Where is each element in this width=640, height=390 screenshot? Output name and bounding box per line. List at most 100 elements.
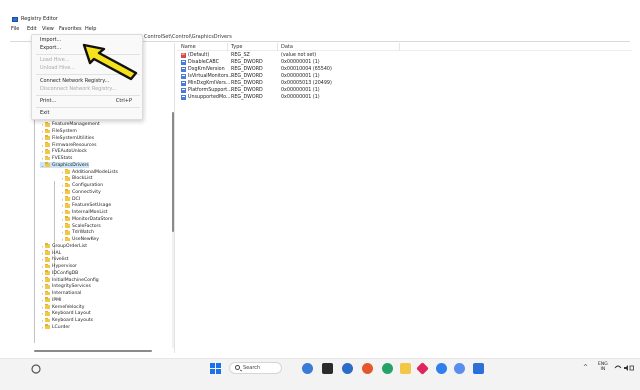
tree-item[interactable]: › Hypervisor bbox=[40, 263, 77, 270]
tree-item[interactable]: › TdrWatch bbox=[60, 230, 94, 236]
chrome-profile-icon[interactable] bbox=[382, 363, 393, 374]
column-divider[interactable] bbox=[277, 43, 278, 51]
folder-icon bbox=[45, 290, 50, 296]
tree-item[interactable]: › Keyboard Layout bbox=[40, 311, 91, 317]
value-type: REG_DWORD bbox=[231, 94, 263, 100]
folder-icon bbox=[45, 155, 50, 161]
column-name-header[interactable]: Name bbox=[181, 44, 196, 50]
menu-exit[interactable]: Exit bbox=[40, 110, 49, 116]
tree-item-selected[interactable]: ⌄ GraphicsDrivers bbox=[40, 162, 89, 169]
value-row[interactable]: UnsupportedMo... REG_DWORD 0x00000001 (1) bbox=[177, 94, 632, 101]
edge-browser-icon[interactable] bbox=[342, 363, 353, 374]
column-data-header[interactable]: Data bbox=[281, 44, 293, 50]
value-row[interactable]: IsVirtualMonitors... REG_DWORD 0x00000001 … bbox=[177, 73, 632, 80]
menu-view[interactable]: View bbox=[41, 26, 55, 32]
tree-item[interactable]: › ScaleFactors bbox=[60, 223, 101, 229]
tree-item[interactable]: › FVEAutoUnlock bbox=[40, 149, 87, 155]
language-indicator[interactable]: ENG IN bbox=[598, 362, 608, 372]
tree-item[interactable]: › InternalMonList bbox=[60, 209, 107, 216]
menu-help[interactable]: Help bbox=[84, 26, 97, 32]
column-type-header[interactable]: Type bbox=[231, 44, 242, 50]
menu-favorites[interactable]: Favorites bbox=[58, 26, 83, 32]
menu-edit[interactable]: Edit bbox=[26, 26, 38, 32]
column-divider[interactable] bbox=[227, 43, 228, 51]
tree-item[interactable]: › UseNewKey bbox=[60, 236, 99, 243]
tree-item[interactable]: › FileSystem bbox=[40, 128, 77, 135]
value-name: IsVirtualMonitors... bbox=[188, 73, 233, 79]
value-type: REG_DWORD bbox=[231, 87, 263, 93]
tree-vertical-scrollbar[interactable] bbox=[172, 112, 174, 348]
network-volume-battery-icons[interactable] bbox=[614, 364, 634, 372]
tree-item[interactable]: › International bbox=[40, 290, 81, 297]
menu-file[interactable]: File bbox=[10, 26, 20, 32]
task-view-icon[interactable] bbox=[322, 363, 333, 374]
menu-import[interactable]: Import... bbox=[40, 37, 61, 43]
tree-item[interactable]: › InitialMachineConfig bbox=[40, 277, 99, 283]
column-divider[interactable] bbox=[399, 43, 400, 51]
value-data: 0x00010004 (65540) bbox=[281, 66, 332, 72]
tree-item[interactable]: › FVEStats bbox=[40, 155, 72, 162]
tree-item[interactable]: › IntegrityServices bbox=[40, 284, 91, 290]
tree-item-label: HAL bbox=[52, 250, 62, 256]
tree-item[interactable]: › hivelist bbox=[40, 257, 68, 263]
menu-export[interactable]: Export... bbox=[40, 45, 61, 51]
tree-item[interactable]: › MonitorDataStore bbox=[60, 216, 113, 222]
copilot-icon[interactable] bbox=[302, 363, 313, 374]
tree-item[interactable]: › IPMI bbox=[40, 297, 61, 303]
value-row[interactable]: (Default) REG_SZ (value not set) bbox=[177, 52, 632, 59]
menu-load-hive[interactable]: Load Hive... bbox=[40, 57, 70, 63]
values-pane[interactable]: Name Type Data (Default) REG_SZ (value not… bbox=[177, 43, 632, 353]
folder-icon bbox=[45, 250, 50, 255]
weather-icon[interactable] bbox=[30, 363, 42, 375]
folder-icon bbox=[45, 284, 50, 289]
tree-item[interactable]: › DCI bbox=[60, 196, 80, 202]
store-app-icon[interactable] bbox=[436, 363, 447, 374]
tree-item-label: IPMI bbox=[52, 297, 62, 303]
chevron-up-icon[interactable]: ^ bbox=[583, 364, 588, 371]
tree-item[interactable]: › Keyboard Layouts bbox=[40, 317, 93, 324]
tree-item[interactable]: › HAL bbox=[40, 250, 61, 256]
folder-icon bbox=[45, 311, 50, 316]
tree-item[interactable]: › FeatureManagement bbox=[40, 122, 100, 128]
tree-item[interactable]: › GroupOrderList bbox=[40, 243, 87, 249]
folder-icon bbox=[65, 189, 70, 195]
taskbar-search-box[interactable]: Search bbox=[229, 362, 282, 374]
chrome-alt-icon[interactable] bbox=[454, 363, 465, 374]
menu-print-shortcut: Ctrl+P bbox=[115, 98, 132, 104]
tree-item[interactable]: › FileSystemUtilities bbox=[40, 135, 94, 141]
tree-item-label: KernelVelocity bbox=[52, 304, 85, 310]
tree-item[interactable]: › FeatureSetUsage bbox=[60, 203, 111, 209]
value-data: 0x00000001 (1) bbox=[281, 94, 320, 100]
folder-icon bbox=[45, 122, 50, 127]
values-column-header: Name Type Data bbox=[177, 43, 632, 51]
menu-unload-hive[interactable]: Unload Hive... bbox=[40, 65, 75, 71]
tree-item[interactable]: › Connectivity bbox=[60, 189, 101, 195]
chrome-browser-icon[interactable] bbox=[362, 363, 373, 374]
title-bar: Registry Editor bbox=[0, 0, 640, 24]
registry-editor-taskbar-icon[interactable] bbox=[473, 363, 484, 374]
tree-horizontal-scrollbar[interactable] bbox=[34, 350, 152, 352]
value-row[interactable]: MinDxgKrnlVers... REG_DWORD 0x00005013 (20… bbox=[177, 80, 632, 87]
tree-item[interactable]: › Configuration bbox=[60, 182, 103, 189]
tree-item[interactable]: › IDConfigDB bbox=[40, 270, 78, 276]
value-row[interactable]: DisableCABC REG_DWORD 0x00000001 (1) bbox=[177, 59, 632, 66]
value-type: REG_DWORD bbox=[231, 59, 263, 65]
tree-item[interactable]: › AdditionalModeLists bbox=[60, 169, 118, 175]
tree-item-label: BlockList bbox=[72, 176, 93, 182]
value-data: 0x00000001 (1) bbox=[281, 87, 320, 93]
tree-item-label: AdditionalModeLists bbox=[72, 169, 119, 175]
folder-icon bbox=[45, 149, 50, 154]
search-label: Search bbox=[243, 365, 261, 371]
menu-disconnect-network-registry[interactable]: Disconnect Network Registry... bbox=[40, 86, 116, 92]
value-row[interactable]: PlatformSupport... REG_DWORD 0x00000001 (1… bbox=[177, 87, 632, 94]
tree-item[interactable]: › LCurder bbox=[40, 324, 70, 330]
tree-item[interactable]: › BlockList bbox=[60, 176, 92, 182]
tree-scroll-thumb[interactable] bbox=[172, 112, 174, 232]
value-row[interactable]: DxgKrnlVersion REG_DWORD 0x00010004 (65540… bbox=[177, 66, 632, 73]
start-windows-icon[interactable] bbox=[210, 363, 221, 374]
tree-item[interactable]: › FirmwareResources bbox=[40, 142, 97, 148]
menu-print[interactable]: Print... bbox=[40, 98, 56, 104]
tree-item[interactable]: › KernelVelocity bbox=[40, 304, 84, 310]
file-explorer-icon[interactable] bbox=[400, 363, 411, 374]
dword-value-icon bbox=[181, 88, 186, 93]
